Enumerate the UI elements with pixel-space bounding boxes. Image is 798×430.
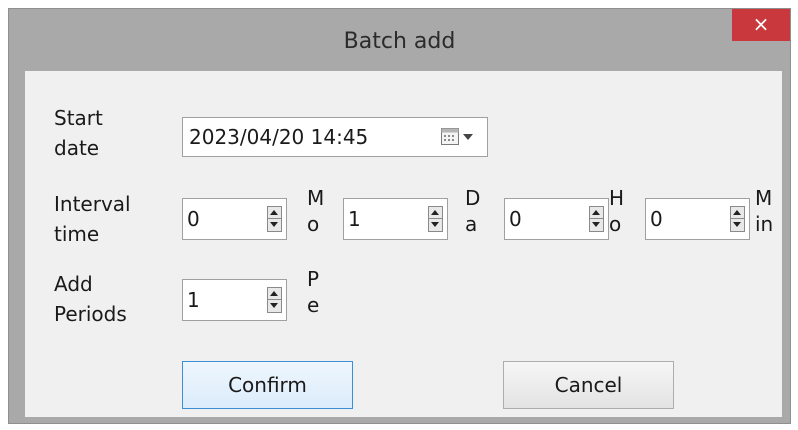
start-date-value: 2023/04/20 14:45 xyxy=(189,125,369,149)
interval-hours-value: 0 xyxy=(509,207,522,231)
periods-unit-label: P e xyxy=(307,267,320,317)
spin-up-button[interactable] xyxy=(731,207,744,219)
calendar-icon[interactable] xyxy=(441,128,459,145)
hours-unit-label: H o xyxy=(609,186,625,236)
add-periods-spinner[interactable]: 1 xyxy=(182,279,287,321)
spin-arrows-icon xyxy=(730,206,745,232)
interval-hours-spinner[interactable]: 0 xyxy=(504,198,609,240)
close-button[interactable]: × xyxy=(732,9,790,41)
close-icon: × xyxy=(752,12,770,36)
interval-minutes-spinner[interactable]: 0 xyxy=(645,198,750,240)
dialog-title: Batch add xyxy=(343,29,456,54)
start-date-picker[interactable]: 2023/04/20 14:45 xyxy=(182,117,488,157)
interval-months-spinner[interactable]: 0 xyxy=(182,198,287,240)
spin-up-button[interactable] xyxy=(590,207,603,219)
spin-down-button[interactable] xyxy=(268,300,281,312)
interval-minutes-value: 0 xyxy=(650,207,663,231)
add-periods-value: 1 xyxy=(187,288,200,312)
interval-months-value: 0 xyxy=(187,207,200,231)
title-bar: Batch add × xyxy=(9,9,790,71)
spin-up-button[interactable] xyxy=(268,207,281,219)
spin-arrows-icon xyxy=(428,206,443,232)
interval-days-spinner[interactable]: 1 xyxy=(343,198,448,240)
start-date-label: Start date xyxy=(54,106,103,160)
spin-down-button[interactable] xyxy=(731,219,744,231)
batch-add-dialog: Batch add × Start date 2023/04/20 14:45 … xyxy=(8,8,791,424)
dialog-body: Start date 2023/04/20 14:45 Interval tim… xyxy=(25,71,782,417)
spin-arrows-icon xyxy=(267,206,282,232)
spin-arrows-icon xyxy=(589,206,604,232)
spin-down-button[interactable] xyxy=(590,219,603,231)
months-unit-label: M o xyxy=(307,186,325,236)
spin-up-button[interactable] xyxy=(429,207,442,219)
add-periods-label: Add Periods xyxy=(54,272,127,326)
interval-time-label: Interval time xyxy=(54,192,131,246)
spin-down-button[interactable] xyxy=(268,219,281,231)
confirm-button[interactable]: Confirm xyxy=(182,361,353,409)
cancel-button[interactable]: Cancel xyxy=(503,361,674,409)
spin-down-button[interactable] xyxy=(429,219,442,231)
interval-days-value: 1 xyxy=(348,207,361,231)
spin-arrows-icon xyxy=(267,287,282,313)
minutes-unit-label: M in xyxy=(755,186,774,236)
spin-up-button[interactable] xyxy=(268,288,281,300)
chevron-down-icon[interactable] xyxy=(463,134,473,140)
days-unit-label: D a xyxy=(465,186,481,236)
